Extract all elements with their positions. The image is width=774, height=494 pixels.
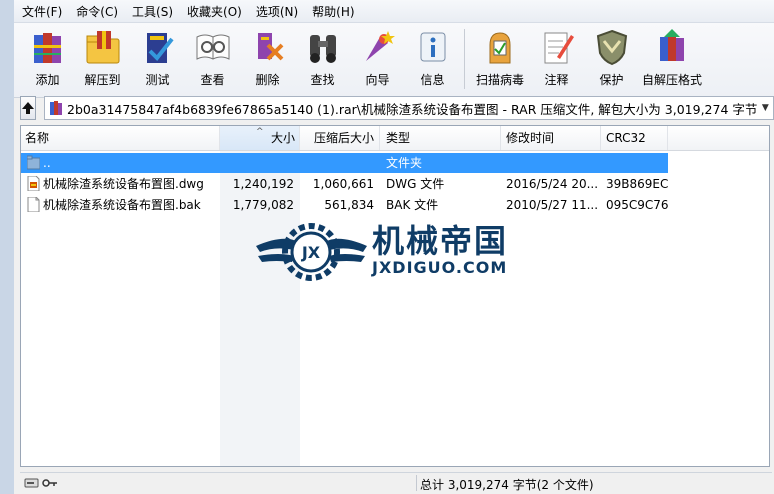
find-button[interactable]: 查找 bbox=[295, 27, 350, 88]
file-list[interactable]: 名称 ^ 大小 压缩后大小 类型 修改时间 CRC32 .. 文件夹 机械除渣系… bbox=[20, 125, 770, 467]
extract-folder-icon bbox=[83, 27, 123, 67]
menu-favorites[interactable]: 收藏夹(O) bbox=[187, 3, 242, 20]
column-header-modified[interactable]: 修改时间 bbox=[501, 126, 601, 150]
delete-icon bbox=[248, 27, 288, 67]
watermark-badge-text: JX bbox=[301, 243, 321, 262]
sfx-label: 自解压格式 bbox=[641, 73, 702, 87]
file-packed-size: 1,060,661 bbox=[312, 177, 374, 191]
column-header-packed[interactable]: 压缩后大小 bbox=[300, 126, 380, 150]
menu-options[interactable]: 选项(N) bbox=[256, 3, 298, 20]
add-label: 添加 bbox=[35, 73, 60, 87]
file-name: 机械除渣系统设备布置图.dwg bbox=[43, 177, 204, 191]
info-button[interactable]: 信息 bbox=[405, 27, 460, 88]
add-button[interactable]: 添加 bbox=[20, 27, 75, 88]
file-name: 机械除渣系统设备布置图.bak bbox=[43, 198, 201, 212]
column-header-crc[interactable]: CRC32 bbox=[601, 126, 668, 150]
view-label: 查看 bbox=[200, 73, 225, 87]
extract-to-button[interactable]: 解压到 bbox=[75, 27, 130, 88]
column-header-size[interactable]: ^ 大小 bbox=[220, 126, 300, 150]
file-type: 文件夹 bbox=[386, 156, 423, 170]
menu-file[interactable]: 文件(F) bbox=[22, 3, 62, 20]
status-separator bbox=[416, 475, 417, 491]
protect-label: 保护 bbox=[599, 73, 624, 87]
comment-label: 注释 bbox=[544, 73, 569, 87]
path-text: 2b0a31475847af4b6839fe67865a5140 (1).rar… bbox=[67, 101, 758, 117]
test-button[interactable]: 测试 bbox=[130, 27, 185, 88]
wizard-label: 向导 bbox=[365, 73, 390, 87]
protect-button[interactable]: 保护 bbox=[584, 27, 639, 88]
delete-button[interactable]: 删除 bbox=[240, 27, 295, 88]
view-book-icon bbox=[193, 27, 233, 67]
folder-up-icon bbox=[27, 155, 40, 170]
extract-to-label: 解压到 bbox=[84, 73, 121, 87]
virus-scan-label: 扫描病毒 bbox=[475, 73, 524, 87]
file-name: .. bbox=[43, 156, 51, 170]
view-button[interactable]: 查看 bbox=[185, 27, 240, 88]
virus-scan-icon bbox=[480, 27, 520, 67]
comment-pencil-icon bbox=[537, 27, 577, 67]
status-bar: 总计 3,019,274 字节(2 个文件) bbox=[20, 472, 772, 493]
watermark-cn-text: 机械帝国 bbox=[372, 222, 509, 260]
file-type: DWG 文件 bbox=[386, 177, 445, 191]
books-add-icon bbox=[28, 27, 68, 67]
status-total-text: 总计 3,019,274 字节(2 个文件) bbox=[420, 478, 594, 492]
up-one-level-button[interactable] bbox=[20, 96, 36, 120]
list-item-dwg[interactable]: 机械除渣系统设备布置图.dwg 1,240,192 1,060,661 DWG … bbox=[21, 174, 668, 194]
dwg-file-icon bbox=[27, 176, 40, 191]
toolbar-separator bbox=[464, 29, 465, 89]
menu-help[interactable]: 帮助(H) bbox=[312, 3, 354, 20]
virus-scan-button[interactable]: 扫描病毒 bbox=[471, 27, 529, 88]
test-label: 测试 bbox=[145, 73, 170, 87]
file-crc: 095C9C76 bbox=[606, 198, 669, 212]
archive-icon bbox=[50, 101, 62, 115]
file-packed-size: 561,834 bbox=[324, 198, 374, 212]
toolbar: 添加 解压到 测试 查看 删除 查找 向导 信息 扫描病毒 注释 保护 自解压格… bbox=[14, 23, 774, 98]
sort-ascending-icon: ^ bbox=[256, 127, 264, 137]
file-modified: 2010/5/27 11... bbox=[506, 198, 598, 212]
background-window-edge bbox=[0, 0, 15, 494]
info-icon bbox=[413, 27, 453, 67]
find-label: 查找 bbox=[310, 73, 335, 87]
key-icon[interactable] bbox=[42, 477, 58, 489]
watermark-en-text: JXDIGUO.COM bbox=[372, 258, 508, 277]
address-bar: 2b0a31475847af4b6839fe67865a5140 (1).rar… bbox=[20, 95, 774, 121]
file-type: BAK 文件 bbox=[386, 198, 439, 212]
arrow-up-icon bbox=[22, 102, 34, 114]
file-modified: 2016/5/24 20... bbox=[506, 177, 598, 191]
wizard-icon bbox=[358, 27, 398, 67]
file-size: 1,779,082 bbox=[232, 198, 294, 212]
column-header-size-label: 大小 bbox=[270, 131, 295, 145]
test-checkmark-icon bbox=[138, 27, 178, 67]
file-crc: 39B869EC bbox=[606, 177, 669, 191]
column-header-name[interactable]: 名称 bbox=[21, 126, 220, 150]
winrar-window: 文件(F) 命令(C) 工具(S) 收藏夹(O) 选项(N) 帮助(H) 添加 … bbox=[14, 0, 774, 494]
chevron-down-icon[interactable]: ▼ bbox=[757, 103, 773, 113]
comment-button[interactable]: 注释 bbox=[529, 27, 584, 88]
drive-icon[interactable] bbox=[24, 477, 40, 489]
column-header-type[interactable]: 类型 bbox=[380, 126, 501, 150]
gear-wings-logo-icon: JX bbox=[256, 223, 367, 281]
menu-tools[interactable]: 工具(S) bbox=[132, 3, 173, 20]
list-item-bak[interactable]: 机械除渣系统设备布置图.bak 1,779,082 561,834 BAK 文件… bbox=[21, 195, 669, 215]
sfx-button[interactable]: 自解压格式 bbox=[639, 27, 705, 88]
delete-label: 删除 bbox=[255, 73, 280, 87]
path-combobox[interactable]: 2b0a31475847af4b6839fe67865a5140 (1).rar… bbox=[44, 96, 774, 120]
file-size: 1,240,192 bbox=[232, 177, 294, 191]
menu-command[interactable]: 命令(C) bbox=[76, 3, 118, 20]
column-header-row: 名称 ^ 大小 压缩后大小 类型 修改时间 CRC32 bbox=[21, 126, 769, 151]
blank-file-icon bbox=[27, 197, 40, 212]
list-item-parent-folder[interactable]: .. 文件夹 bbox=[21, 153, 668, 173]
sfx-archive-icon bbox=[652, 27, 692, 67]
shield-protect-icon bbox=[592, 27, 632, 67]
watermark-logo: JX 机械帝国 JXDIGUO.COM bbox=[254, 216, 554, 288]
menu-bar: 文件(F) 命令(C) 工具(S) 收藏夹(O) 选项(N) 帮助(H) bbox=[14, 0, 774, 23]
binoculars-icon bbox=[303, 27, 343, 67]
info-label: 信息 bbox=[420, 73, 445, 87]
wizard-button[interactable]: 向导 bbox=[350, 27, 405, 88]
